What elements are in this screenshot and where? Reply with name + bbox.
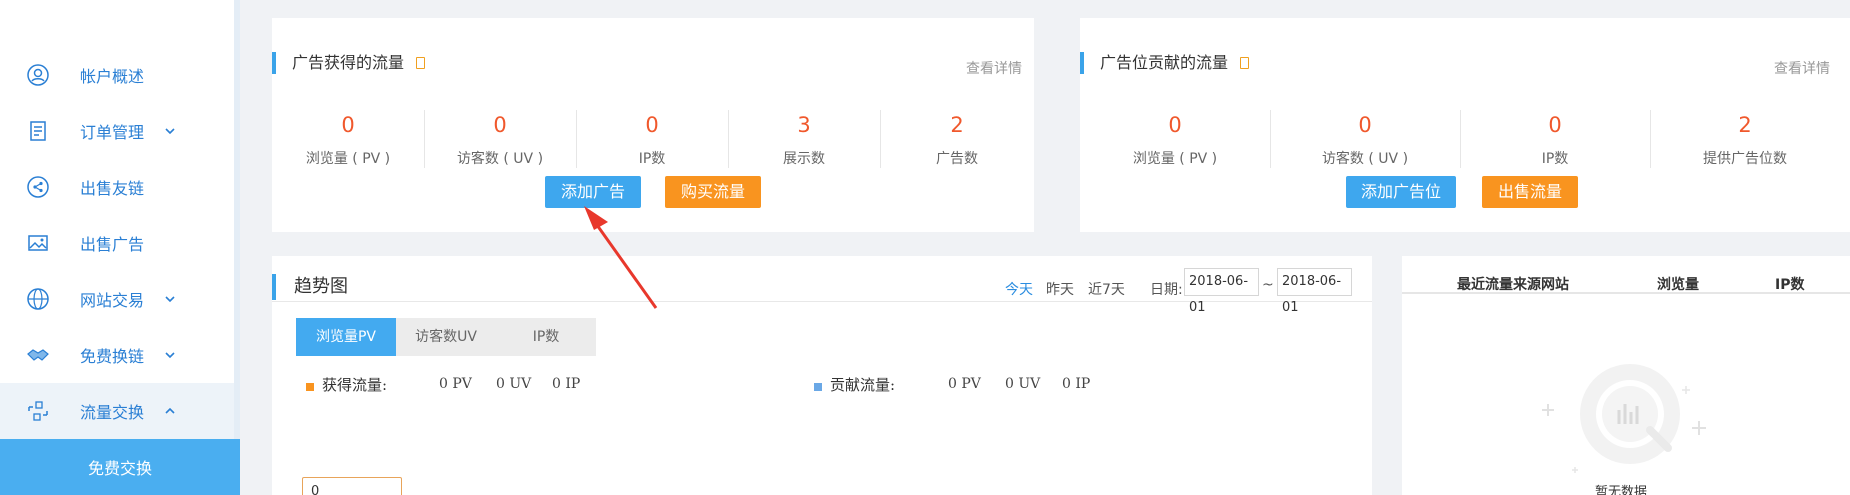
traffic-sources-card: 最近流量来源网站 浏览量 IP数 暂无数据 [1402, 256, 1850, 495]
stat-label: 访客数 ( UV ) [456, 151, 544, 167]
stat-value: 2 [1738, 113, 1752, 137]
sidebar-item-label: 免费换链 [80, 347, 145, 366]
contributed-pv: 0 PV [948, 376, 981, 392]
stat-slot-count: 2 提供广告位数 [1650, 106, 1840, 176]
tab-ip[interactable]: IP数 [496, 318, 596, 356]
view-details-link[interactable]: 查看详情 [966, 58, 1022, 78]
divider [1402, 292, 1850, 294]
stat-value: 2 [950, 113, 964, 137]
legend-label-contributed: 贡献流量: [830, 376, 896, 394]
stat-value: 0 [645, 113, 659, 137]
stat-value: 0 [1358, 113, 1372, 137]
handshake-icon [27, 349, 49, 361]
stat-value: 0 [341, 113, 355, 137]
card-title: 广告获得的流量 [272, 52, 426, 74]
sidebar-item-sell-ads[interactable]: 出售广告 [0, 215, 234, 271]
filter-yesterday[interactable]: 昨天 [1046, 279, 1074, 299]
sidebar-item-account-overview[interactable]: 帐户概述 [0, 47, 234, 103]
sidebar: 帐户概述 订单管理 出售友链 出售广告 网站交易 免费换链 流量交换 免费交换 [0, 0, 240, 495]
stat-value: 0 [1168, 113, 1182, 137]
stat-label: 提供广告位数 [1703, 151, 1787, 167]
received-uv: 0 UV [496, 376, 532, 392]
tab-pv[interactable]: 浏览量PV [296, 318, 396, 356]
view-details-link[interactable]: 查看详情 [1774, 58, 1830, 78]
chevron-down-icon [165, 128, 175, 135]
received-pv: 0 PV [439, 376, 472, 392]
sidebar-item-free-link-exchange[interactable]: 免费换链 [0, 327, 234, 383]
axis-value-input[interactable]: 0 [302, 477, 402, 495]
legend-marker-contributed [814, 383, 822, 391]
tab-uv[interactable]: 访客数UV [396, 318, 496, 356]
exchange-icon [28, 401, 48, 421]
empty-data-illustration-icon [1542, 364, 1706, 473]
stat-impressions: 3 展示数 [728, 106, 880, 176]
chevron-down-icon [165, 296, 175, 303]
date-from-input[interactable]: 2018-06-01 [1184, 268, 1259, 315]
date-to-input[interactable]: 2018-06-01 [1277, 268, 1352, 315]
stat-value: 0 [493, 113, 507, 137]
stat-pv: 0 浏览量 ( PV ) [272, 106, 424, 176]
sidebar-subitem-free-exchange[interactable]: 免费交换 [0, 439, 240, 495]
stat-value: 0 [1548, 113, 1562, 137]
sell-traffic-button[interactable]: 出售流量 [1482, 176, 1578, 208]
card-title-text: 广告获得的流量 [292, 53, 405, 72]
trend-title: 趋势图 [272, 274, 348, 300]
sidebar-item-label: 流量交换 [80, 403, 145, 422]
contributed-ip: 0 IP [1062, 376, 1091, 392]
stat-label: IP数 [1541, 151, 1569, 167]
stat-uv: 0 访客数 ( UV ) [1270, 106, 1460, 176]
info-icon[interactable] [1240, 57, 1250, 69]
contributed-uv: 0 UV [1005, 376, 1041, 392]
globe-icon [27, 288, 49, 310]
buy-traffic-button[interactable]: 购买流量 [665, 176, 761, 208]
share-icon [27, 176, 49, 198]
stat-label: 展示数 [783, 151, 825, 167]
sidebar-item-label: 帐户概述 [80, 67, 145, 86]
annotation-arrow-icon [584, 206, 658, 309]
stat-label: 广告数 [936, 151, 978, 167]
column-header-pageviews: 浏览量 [1657, 277, 1699, 293]
sidebar-subitem-label: 免费交换 [87, 459, 152, 478]
legend-label-received: 获得流量: [322, 376, 388, 394]
sidebar-item-site-trade[interactable]: 网站交易 [0, 271, 234, 327]
legend-marker-received [306, 383, 314, 391]
add-ad-slot-button[interactable]: 添加广告位 [1346, 176, 1456, 208]
stat-uv: 0 访客数 ( UV ) [424, 106, 576, 176]
stat-label: IP数 [638, 151, 666, 167]
image-icon [28, 235, 48, 251]
chevron-up-icon [165, 407, 175, 414]
stat-ip: 0 IP数 [1460, 106, 1650, 176]
column-header-ip: IP数 [1775, 277, 1805, 293]
divider [272, 301, 1372, 302]
empty-state-text: 暂无数据 [1595, 485, 1648, 495]
sidebar-item-orders[interactable]: 订单管理 [0, 103, 234, 159]
stat-label: 浏览量 ( PV ) [1132, 151, 1218, 167]
sidebar-item-label: 出售友链 [80, 179, 145, 198]
slot-traffic-card: 广告位贡献的流量 查看详情 0 浏览量 ( PV ) 0 访客数 ( UV ) … [1080, 18, 1850, 232]
card-title-text: 广告位贡献的流量 [1100, 53, 1229, 72]
user-circle-icon [27, 64, 49, 86]
stat-label: 访客数 ( UV ) [1321, 151, 1409, 167]
filter-today[interactable]: 今天 [1005, 279, 1033, 299]
stat-label: 浏览量 ( PV ) [305, 151, 391, 167]
document-icon [30, 121, 46, 141]
date-separator: ~ [1262, 277, 1274, 293]
chevron-down-icon [165, 352, 175, 359]
card-title: 广告位贡献的流量 [1080, 52, 1250, 74]
filter-last-7-days[interactable]: 近7天 [1088, 279, 1125, 299]
sidebar-item-label: 订单管理 [80, 123, 145, 142]
stat-pv: 0 浏览量 ( PV ) [1080, 106, 1270, 176]
stat-value: 3 [797, 113, 811, 137]
trend-card: 趋势图 今天 昨天 近7天 日期: 2018-06-01 ~ 2018-06-0… [272, 256, 1372, 495]
received-ip: 0 IP [552, 376, 581, 392]
sidebar-item-sell-links[interactable]: 出售友链 [0, 159, 234, 215]
date-label: 日期: [1150, 282, 1183, 298]
stat-ip: 0 IP数 [576, 106, 728, 176]
stat-ad-count: 2 广告数 [880, 106, 1034, 176]
info-icon[interactable] [416, 57, 426, 69]
sidebar-item-traffic-exchange[interactable]: 流量交换 [0, 383, 234, 439]
sidebar-item-label: 网站交易 [80, 291, 145, 310]
sidebar-item-label: 出售广告 [80, 235, 145, 254]
column-header-source-site: 最近流量来源网站 [1457, 277, 1569, 293]
